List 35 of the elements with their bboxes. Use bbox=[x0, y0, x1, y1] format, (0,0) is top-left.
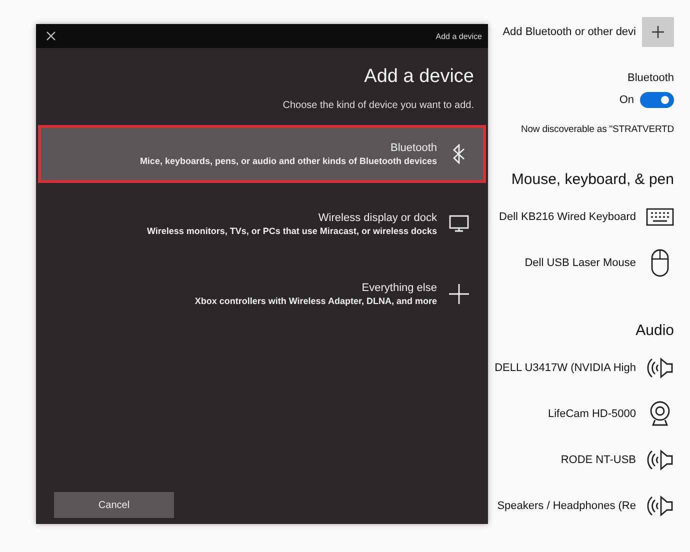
speaker-icon bbox=[646, 448, 674, 472]
section-heading: Audio bbox=[636, 322, 674, 339]
add-device-button[interactable] bbox=[642, 17, 674, 47]
toggle-state-label: On bbox=[619, 94, 634, 106]
monitor-icon bbox=[449, 215, 469, 233]
device-name: LifeCam HD-5000 bbox=[548, 408, 636, 420]
option-description: Wireless monitors, TVs, or PCs that use Miracast, or wireless docks bbox=[146, 226, 437, 236]
dialog-heading: Add a device bbox=[364, 66, 474, 88]
add-device-label: Add Bluetooth or other devi bbox=[502, 26, 636, 38]
speaker-icon bbox=[646, 356, 674, 380]
keyboard-icon bbox=[646, 208, 674, 226]
plus-icon bbox=[449, 284, 469, 304]
option-title: Bluetooth bbox=[390, 142, 437, 154]
option-description: Mice, keyboards, pens, or audio and other kinds of Bluetooth devices bbox=[140, 156, 437, 166]
device-name: Dell KB216 Wired Keyboard bbox=[499, 211, 636, 223]
device-type-option[interactable]: Wireless display or dock Wireless monitors, TVs, or PCs that use Miracast, or wireless docks bbox=[38, 195, 486, 253]
bluetooth-label: Bluetooth bbox=[628, 72, 674, 84]
option-title: Everything else bbox=[362, 282, 437, 294]
device-type-option[interactable]: Bluetooth Mice, keyboards, pens, or audio and other kinds of Bluetooth devices bbox=[38, 125, 486, 183]
plus-icon bbox=[651, 25, 665, 39]
section-heading: Mouse, keyboard, & pen bbox=[511, 171, 674, 188]
device-name: DELL U3417W (NVIDIA High bbox=[494, 362, 636, 374]
device-name: Dell USB Laser Mouse bbox=[524, 257, 636, 269]
discoverable-text: Now discoverable as "STRATVERTD bbox=[520, 124, 674, 135]
dialog-subtitle: Choose the kind of device you want to add. bbox=[282, 100, 474, 111]
cancel-button[interactable]: Cancel bbox=[54, 492, 174, 518]
option-title: Wireless display or dock bbox=[318, 212, 437, 224]
device-type-option[interactable]: Everything else Xbox controllers with Wireless Adapter, DLNA, and more bbox=[38, 265, 486, 323]
speaker-icon bbox=[646, 494, 674, 518]
bluetooth-toggle[interactable] bbox=[640, 92, 674, 108]
device-name: Speakers / Headphones (Re bbox=[497, 500, 636, 512]
device-name: RODE NT-USB bbox=[560, 454, 636, 466]
close-icon[interactable] bbox=[46, 31, 56, 41]
window-title: Add a device bbox=[436, 32, 482, 40]
option-description: Xbox controllers with Wireless Adapter, DLNA, and more bbox=[194, 296, 437, 306]
